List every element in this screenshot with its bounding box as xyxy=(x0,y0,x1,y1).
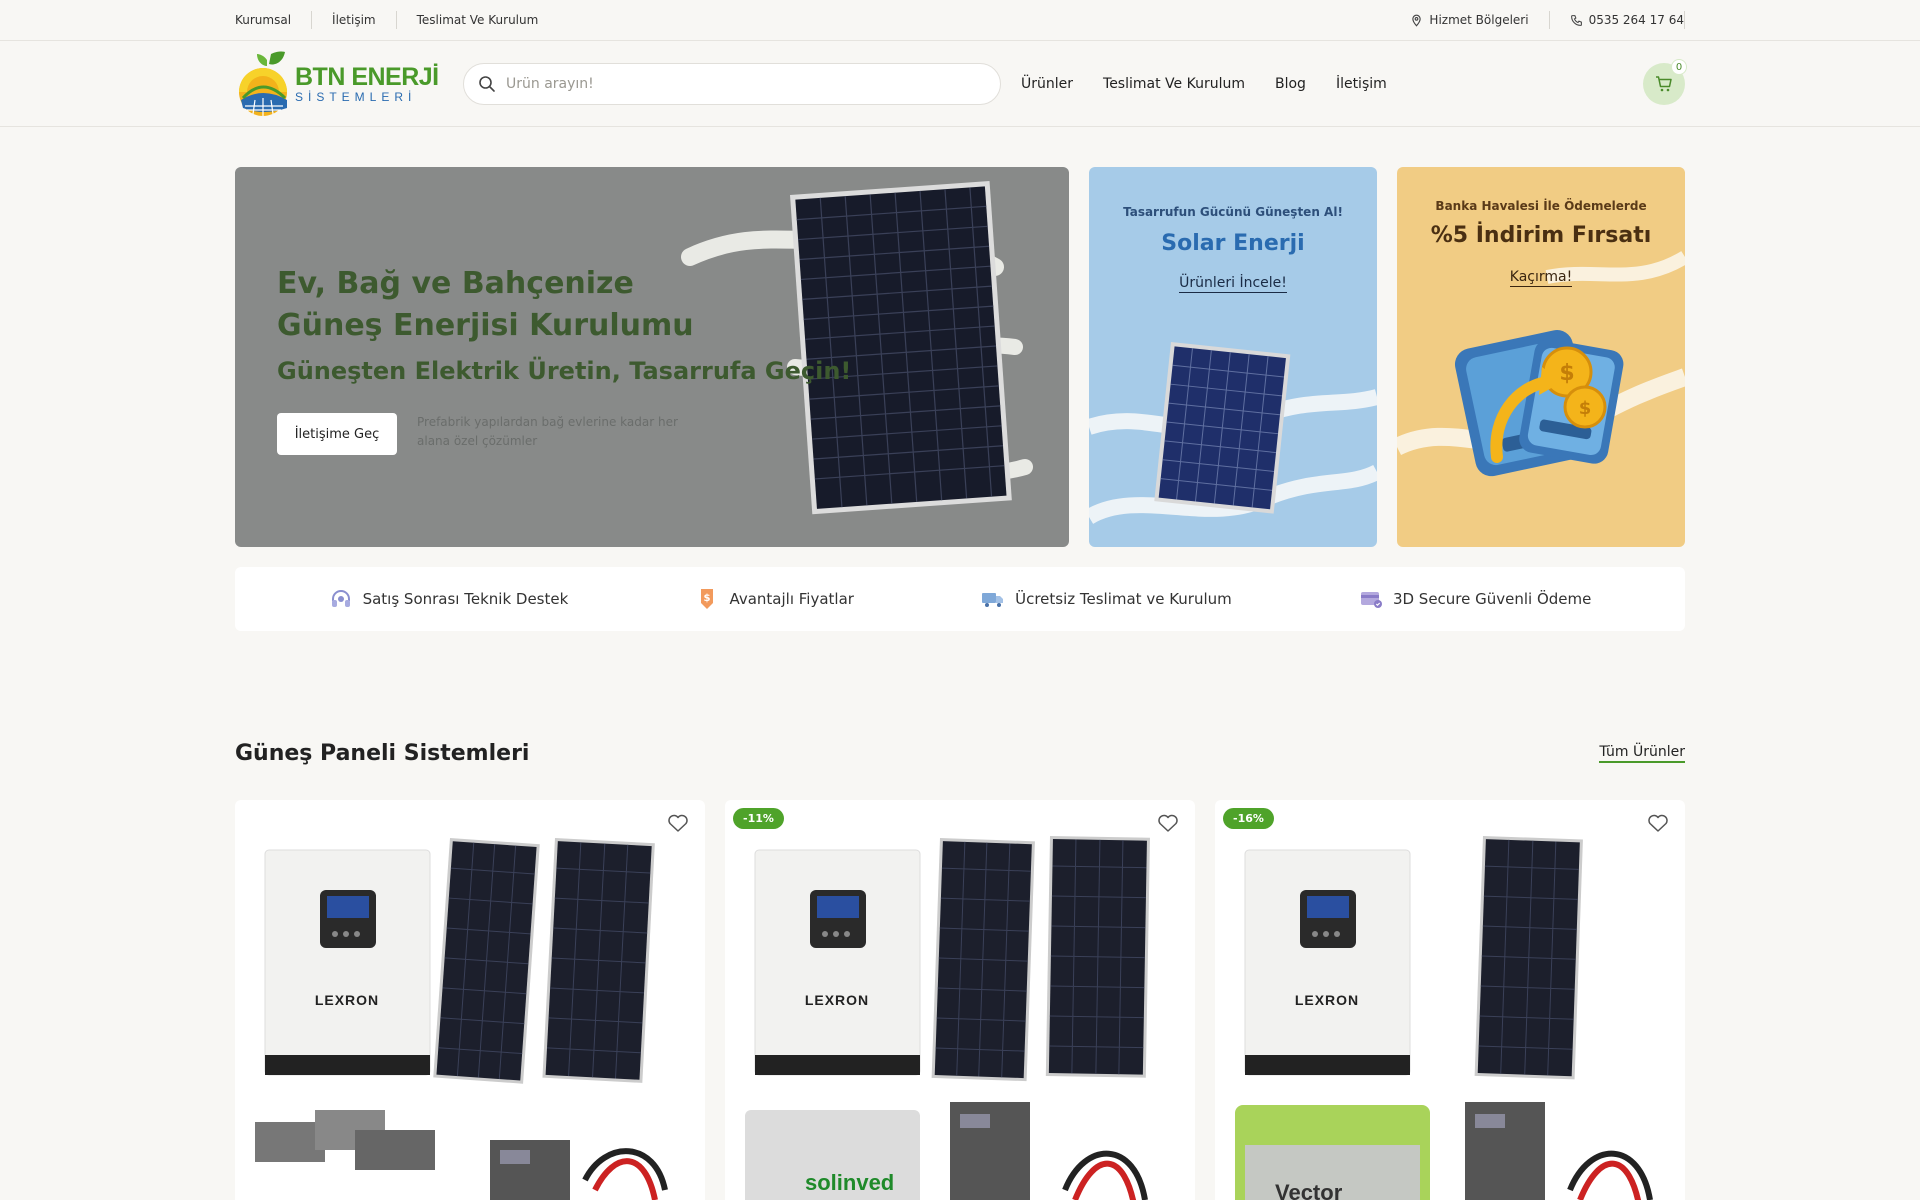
service-regions-label: Hizmet Bölgeleri xyxy=(1429,13,1529,27)
promo-discount-link[interactable]: Kaçırma! xyxy=(1397,269,1685,287)
location-pin-icon xyxy=(1412,14,1422,27)
nav-item-iletisim[interactable]: İletişim xyxy=(1336,76,1387,92)
promo-solar-link-label: Ürünleri İncele! xyxy=(1179,275,1287,293)
promo-discount-title: %5 İndirim Fırsatı xyxy=(1430,223,1652,248)
product-image: LEXRON Vector xyxy=(1235,836,1653,1200)
phone-link[interactable]: 0535 264 17 64 xyxy=(1550,11,1685,29)
nav-item-teslimat[interactable]: Teslimat Ve Kurulum xyxy=(1103,76,1245,92)
header: BTN ENERJİ SİSTEMLERİ Ürünler Teslimat V… xyxy=(0,41,1920,127)
truck-icon xyxy=(982,593,1004,607)
product-card[interactable]: LEXRON Vector -16% xyxy=(1215,800,1685,1200)
feature-secure-payment: 3D Secure Güvenli Ödeme xyxy=(1359,587,1591,611)
top-right: Hizmet Bölgeleri 0535 264 17 64 xyxy=(1390,11,1685,29)
inverter-brand-label: LEXRON xyxy=(315,992,379,1008)
nav-item-blog[interactable]: Blog xyxy=(1275,76,1306,92)
search-box[interactable] xyxy=(463,62,1001,105)
promo-solar-link[interactable]: Ürünleri İncele! xyxy=(1089,275,1377,293)
section-header: Güneş Paneli Sistemleri Tüm Ürünler xyxy=(235,741,1685,766)
promo-discount-link-label: Kaçırma! xyxy=(1509,269,1573,287)
headset-icon xyxy=(331,590,350,607)
heart-icon[interactable] xyxy=(1155,810,1181,836)
service-regions-link[interactable]: Hizmet Bölgeleri xyxy=(1390,11,1550,29)
discount-badge: -16% xyxy=(1223,808,1274,829)
hero-section: Ev, Bağ ve Bahçenize Güneş Enerjisi Kuru… xyxy=(235,167,1685,547)
heart-icon[interactable] xyxy=(665,810,691,836)
section-title: Güneş Paneli Sistemleri xyxy=(235,741,530,766)
nav-item-urunler[interactable]: Ürünler xyxy=(1021,76,1073,92)
svg-text:$: $ xyxy=(704,593,711,604)
feature-label-delivery: Ücretsiz Teslimat ve Kurulum xyxy=(1015,590,1232,608)
svg-text:$: $ xyxy=(1559,361,1574,386)
hero-banner[interactable]: Ev, Bağ ve Bahçenize Güneş Enerjisi Kuru… xyxy=(235,167,1069,547)
hero-description: Prefabrik yapılardan bağ evlerine kadar … xyxy=(417,415,678,448)
logo-subtitle: SİSTEMLERİ xyxy=(295,89,417,104)
feature-label-support: Satış Sonrası Teknik Destek xyxy=(362,590,569,608)
hero-title-line2: Güneş Enerjisi Kurulumu xyxy=(277,308,694,343)
battery-brand-label: Vector xyxy=(1275,1180,1343,1200)
promo-discount-kicker: Banka Havalesi İle Ödemelerde xyxy=(1435,199,1647,213)
logo-sun-icon xyxy=(239,51,287,116)
solar-panel-small-illustration xyxy=(1089,342,1377,525)
feature-label-prices: Avantajlı Fiyatlar xyxy=(729,590,854,608)
price-tag-icon: $ xyxy=(701,589,714,609)
feature-technical-support: Satış Sonrası Teknik Destek xyxy=(329,587,569,611)
phone-icon xyxy=(1570,14,1582,26)
hero-title-line1: Ev, Bağ ve Bahçenize xyxy=(277,266,634,301)
logo[interactable]: BTN ENERJİ SİSTEMLERİ xyxy=(235,46,463,122)
credit-card-icon xyxy=(1360,592,1382,608)
feature-prices: $ Avantajlı Fiyatlar xyxy=(695,587,854,611)
hero-subtitle: Güneşten Elektrik Üretin, Tasarrufa Geçi… xyxy=(277,357,852,385)
hero-title: Ev, Bağ ve Bahçenize Güneş Enerjisi Kuru… xyxy=(277,263,694,347)
promo-solar-card[interactable]: Tasarrufun Gücünü Güneşten Al! Solar Ene… xyxy=(1089,167,1377,547)
main-nav: Ürünler Teslimat Ve Kurulum Blog İletişi… xyxy=(1021,76,1387,92)
contact-button[interactable]: İletişime Geç xyxy=(277,413,397,455)
promo-discount-card[interactable]: $ $ Banka Havalesi İle Ödemelerde %5 İnd… xyxy=(1397,167,1685,547)
battery-brand-label: solinved xyxy=(805,1170,894,1195)
heart-icon[interactable] xyxy=(1645,810,1671,836)
cart-button[interactable]: 0 xyxy=(1643,59,1687,105)
phone-number: 0535 264 17 64 xyxy=(1588,13,1684,27)
feature-label-secure: 3D Secure Güvenli Ödeme xyxy=(1392,590,1592,608)
product-image: LEXRON xyxy=(255,838,668,1200)
discount-badge: -11% xyxy=(733,808,784,829)
product-card[interactable]: LEXRON xyxy=(235,800,705,1200)
page: Kurumsal İletişim Teslimat Ve Kurulum Hi… xyxy=(0,0,1920,1200)
top-bar: Kurumsal İletişim Teslimat Ve Kurulum Hi… xyxy=(0,0,1920,41)
product-grid: LEXRON LEXRON solinved -11% LEXRON Vecto… xyxy=(235,800,1685,1200)
search-icon xyxy=(479,75,495,92)
features-bar: Satış Sonrası Teknik Destek $ Avantajlı … xyxy=(235,567,1685,631)
cart-count-badge: 0 xyxy=(1671,59,1687,75)
top-link-iletisim[interactable]: İletişim xyxy=(311,11,396,29)
inverter-brand-label: LEXRON xyxy=(805,992,869,1008)
feature-delivery: Ücretsiz Teslimat ve Kurulum xyxy=(981,587,1232,611)
product-image: LEXRON solinved xyxy=(745,836,1150,1200)
inverter-brand-label: LEXRON xyxy=(1295,992,1359,1008)
top-link-kurumsal[interactable]: Kurumsal xyxy=(235,11,311,29)
search-input[interactable] xyxy=(506,75,966,92)
top-link-teslimat[interactable]: Teslimat Ve Kurulum xyxy=(395,11,559,29)
cart-icon xyxy=(1656,76,1672,92)
promo-solar-title: Solar Enerji xyxy=(1161,231,1305,256)
svg-text:$: $ xyxy=(1579,398,1592,419)
top-links: Kurumsal İletişim Teslimat Ve Kurulum xyxy=(235,11,558,29)
product-card[interactable]: LEXRON solinved -11% xyxy=(725,800,1195,1200)
logo-title: BTN ENERJİ xyxy=(295,62,439,91)
promo-solar-kicker: Tasarrufun Gücünü Güneşten Al! xyxy=(1123,205,1343,219)
all-products-link[interactable]: Tüm Ürünler xyxy=(1599,744,1685,763)
